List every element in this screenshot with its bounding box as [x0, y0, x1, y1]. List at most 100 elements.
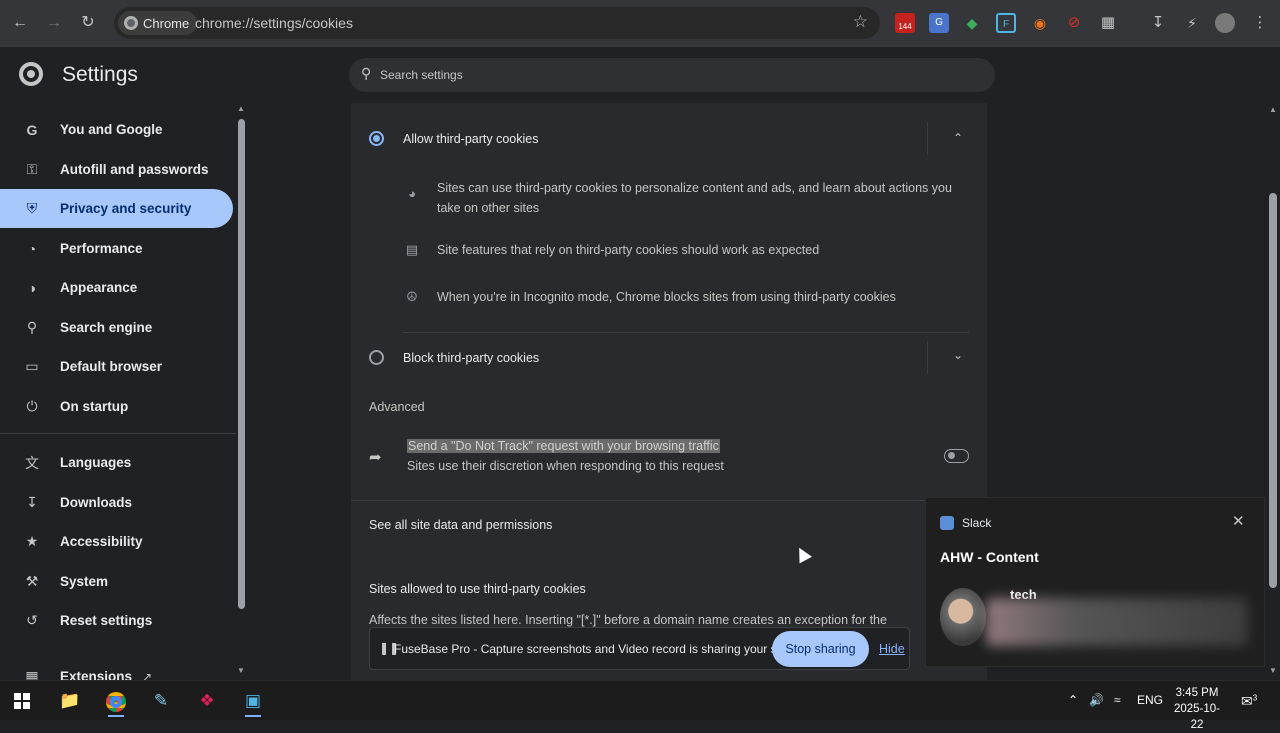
scroll-down-arrow-icon[interactable]: ▼: [1269, 666, 1277, 675]
clock-time: 3:45 PM: [1175, 687, 1219, 699]
chrome-icon: [124, 16, 138, 30]
block-extension-icon[interactable]: ⊘: [1064, 13, 1084, 33]
forward-share-icon: ➦: [369, 449, 382, 466]
chrome-taskbar-icon[interactable]: [99, 685, 133, 717]
sharing-message: FuseBase Pro - Capture screenshots and V…: [394, 642, 810, 656]
sidebar-item-search-engine[interactable]: ⚲ Search engine: [0, 308, 233, 347]
volume-icon[interactable]: 🔊: [1089, 693, 1104, 707]
clock[interactable]: 3:45 PM 2025-10-22: [1168, 685, 1226, 733]
allow-detail-features: Site features that rely on third-party c…: [437, 243, 820, 257]
chip-label: Chrome: [143, 15, 190, 31]
scroll-up-arrow-icon[interactable]: ▲: [1269, 105, 1277, 114]
chrome-logo-icon: [19, 62, 43, 86]
url-text[interactable]: chrome://settings/cookies: [195, 15, 353, 31]
web-features-icon: ▤: [405, 242, 419, 257]
chevron-up-tray-icon[interactable]: ⌃: [1068, 693, 1078, 707]
performance-icon[interactable]: ⚡: [1182, 13, 1202, 33]
external-link-icon: ↗: [142, 669, 153, 681]
sidebar-item-downloads[interactable]: ↧ Downloads: [0, 483, 233, 522]
key-icon: ⚿: [26, 161, 38, 177]
sidebar-item-system[interactable]: ⚒ System: [0, 562, 233, 601]
sidebar-item-label: Performance: [60, 241, 143, 256]
sidebar-item-you-and-google[interactable]: G You and Google: [0, 110, 233, 149]
shield-extension-icon[interactable]: ◉: [1030, 13, 1050, 33]
search-icon: ⚲: [26, 319, 38, 335]
reload-icon[interactable]: ↻: [77, 12, 99, 34]
sidebar-item-label: Privacy and security: [60, 201, 192, 216]
address-bar[interactable]: Chrome chrome://settings/cookies ☆: [114, 7, 880, 39]
sidebar-item-accessibility[interactable]: ★ Accessibility: [0, 522, 233, 561]
search-settings-input[interactable]: ⚲ Search settings: [349, 58, 995, 92]
site-info-chip[interactable]: Chrome: [118, 11, 198, 35]
back-arrow-icon[interactable]: ←: [9, 12, 31, 34]
sites-allowed-heading: Sites allowed to use third-party cookies: [369, 582, 586, 596]
sidebar-item-label: Downloads: [60, 495, 133, 510]
slack-taskbar-icon[interactable]: ❖: [190, 685, 224, 717]
search-icon: ⚲: [361, 65, 372, 81]
forward-arrow-icon[interactable]: →: [43, 12, 65, 34]
color-picker-extension-icon[interactable]: ◆: [962, 13, 982, 33]
file-explorer-icon[interactable]: 📁: [53, 685, 87, 717]
accessibility-icon: ★: [25, 533, 39, 549]
main-scrollbar-thumb[interactable]: [1269, 193, 1277, 588]
notification-count: 3: [1252, 693, 1258, 703]
main-scrollbar[interactable]: ▲ ▼: [1266, 103, 1280, 680]
sidebar-item-on-startup[interactable]: ⏻ On startup: [0, 387, 233, 426]
extension-badge: 144: [898, 22, 912, 31]
allow-cookies-label: Allow third-party cookies: [403, 132, 539, 146]
scroll-down-arrow-icon[interactable]: ▼: [237, 666, 245, 675]
sidebar-item-label: Default browser: [60, 359, 163, 374]
sidebar-item-reset-settings[interactable]: ↺ Reset settings: [0, 601, 233, 640]
fusebase-extension-icon[interactable]: F: [996, 13, 1016, 33]
slack-notification[interactable]: Slack ✕ AHW - Content tech: [925, 497, 1265, 667]
blurred-message-preview: [986, 598, 1248, 646]
sidebar-item-autofill[interactable]: ⚿ Autofill and passwords: [0, 150, 233, 189]
sidebar-item-languages[interactable]: 文 Languages: [0, 443, 233, 482]
calendar-extension-icon[interactable]: 144: [895, 13, 915, 33]
block-cookies-label: Block third-party cookies: [403, 351, 540, 365]
sidebar-item-appearance[interactable]: ◑ Appearance: [0, 268, 233, 307]
wifi-icon[interactable]: ≈: [1114, 693, 1121, 707]
sender-avatar: [940, 588, 986, 646]
allow-cookies-radio[interactable]: [369, 131, 384, 146]
notification-center-icon[interactable]: ✉3: [1241, 693, 1257, 710]
downloads-icon[interactable]: ↧: [1148, 13, 1168, 33]
notification-title: AHW - Content: [940, 549, 1039, 565]
sidebar-item-performance[interactable]: ◔ Performance: [0, 229, 233, 268]
hide-link[interactable]: Hide: [879, 642, 905, 656]
windows-start-icon[interactable]: [14, 693, 30, 709]
reset-icon: ↺: [26, 612, 38, 628]
fusebase-taskbar-icon[interactable]: ▣: [236, 685, 270, 717]
extensions-puzzle-icon[interactable]: ▦: [1098, 13, 1118, 33]
see-all-site-data-link[interactable]: See all site data and permissions: [369, 518, 552, 532]
stop-sharing-button[interactable]: Stop sharing: [772, 631, 869, 667]
shield-icon: ⛨: [26, 200, 38, 216]
slack-icon: [940, 516, 954, 530]
incognito-icon: ☮: [406, 289, 418, 304]
sidebar-item-default-browser[interactable]: ▭ Default browser: [0, 347, 233, 386]
do-not-track-toggle[interactable]: [944, 449, 969, 463]
sidebar-item-label: System: [60, 574, 109, 589]
screen-sharing-bar: ❚❚ FuseBase Pro - Capture screenshots an…: [369, 627, 910, 670]
chevron-up-icon[interactable]: ⌃: [953, 131, 963, 145]
notification-app-name: Slack: [962, 516, 992, 530]
notes-app-icon[interactable]: ✎: [144, 685, 178, 717]
language-indicator[interactable]: ENG: [1137, 693, 1163, 707]
sidebar-item-label: Appearance: [60, 280, 138, 295]
translate-extension-icon[interactable]: G: [929, 13, 949, 33]
sidebar-scrollbar-thumb[interactable]: [238, 119, 245, 609]
sidebar-item-privacy[interactable]: ⛨ Privacy and security: [0, 189, 233, 228]
block-cookies-radio[interactable]: [369, 350, 384, 365]
dnt-title-text: Send a "Do Not Track" request with your …: [407, 439, 720, 453]
profile-avatar[interactable]: [1215, 13, 1235, 33]
bookmark-star-icon[interactable]: ☆: [853, 12, 868, 32]
chevron-down-icon[interactable]: ⌄: [953, 348, 963, 362]
menu-kebab-icon[interactable]: ⋮: [1250, 13, 1270, 33]
scroll-up-arrow-icon[interactable]: ▲: [237, 104, 245, 113]
allow-detail-incognito: When you're in Incognito mode, Chrome bl…: [437, 290, 896, 304]
close-icon[interactable]: ✕: [1232, 512, 1245, 530]
settings-sidebar: G You and Google ⚿ Autofill and passwords …: [0, 103, 236, 680]
sidebar-item-label: Extensions: [60, 669, 133, 680]
sidebar-scrollbar[interactable]: ▲ ▼: [236, 103, 248, 680]
sidebar-item-extensions[interactable]: ▦ Extensions ↗: [0, 657, 233, 680]
